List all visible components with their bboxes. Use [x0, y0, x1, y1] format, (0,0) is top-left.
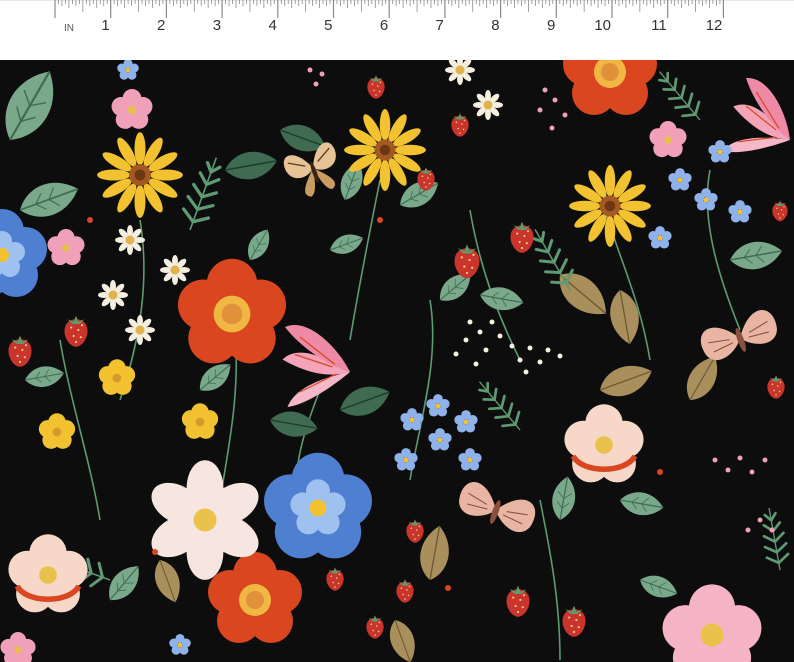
leaf-icon [605, 286, 645, 348]
ruler-numbers: 1 2 3 4 5 6 7 8 9 10 11 12 [101, 17, 722, 34]
leaf-icon [13, 173, 85, 226]
fern-icon [175, 151, 231, 237]
white-daisy-icon [98, 280, 128, 310]
strawberry-icon [406, 519, 424, 543]
yellow-flower-icon [181, 403, 219, 439]
measuring-ruler: IN 1 2 3 4 5 6 7 8 9 10 11 12 [0, 0, 794, 60]
ruler-number: 10 [594, 17, 611, 34]
leaf-icon [100, 558, 148, 608]
yellow-flower-icon [38, 413, 76, 449]
ruler-number: 4 [268, 17, 276, 34]
strawberry-icon [562, 605, 586, 637]
strawberry-icon [451, 113, 469, 137]
blue-flower-icon [394, 448, 418, 471]
ruler-number: 2 [157, 17, 165, 34]
leaf-icon [0, 60, 69, 152]
ruler-number: 9 [547, 17, 555, 34]
blue-flower-icon [728, 200, 752, 223]
strawberry-icon [510, 221, 534, 253]
ruler-unit-label: IN [64, 23, 74, 34]
pink-blossom-icon [649, 121, 687, 158]
strawberry-icon [367, 75, 385, 99]
white-daisy-icon [473, 90, 503, 120]
blue-flower-icon [694, 188, 718, 211]
fern-icon [757, 504, 792, 574]
ruler-number: 3 [213, 17, 221, 34]
strawberry-icon [8, 335, 32, 367]
white-berry-cluster [453, 319, 563, 375]
pink-blossom-icon [47, 229, 85, 266]
leaf-icon [548, 474, 580, 523]
leaf-icon [22, 362, 67, 391]
blue-flower-icon [454, 410, 478, 433]
blue-pansy-icon [264, 452, 372, 559]
strawberry-icon [454, 244, 480, 279]
white-daisy-icon [160, 255, 190, 285]
fern-icon [649, 63, 710, 129]
leaf-icon [726, 236, 786, 275]
white-daisy-icon [445, 60, 475, 85]
leaf-icon [635, 569, 682, 604]
leaf-icon [477, 283, 526, 315]
blue-flower-icon [117, 60, 139, 80]
ruler-number: 7 [436, 17, 444, 34]
pink-blossom-icon [111, 89, 153, 129]
strawberry-icon [772, 200, 788, 222]
blue-flower-icon [169, 633, 191, 655]
strawberry-icon [64, 315, 88, 347]
red-flower-icon [208, 552, 302, 643]
yellow-daisy-icon [97, 132, 183, 218]
peach-flower-icon [8, 534, 87, 612]
strawberry-icon [366, 615, 384, 639]
blue-flower-icon [458, 448, 482, 471]
blue-pansy-icon [0, 209, 47, 297]
blue-flower-icon [648, 226, 672, 249]
yellow-daisy-icon [569, 165, 651, 247]
floral-fabric-print [0, 60, 794, 662]
leaf-icon [617, 488, 666, 520]
blue-flower-icon [428, 428, 452, 451]
leaf-icon [221, 146, 281, 185]
floral-pattern [0, 60, 794, 662]
white-daisy-icon [115, 225, 145, 255]
leaf-icon [334, 378, 395, 424]
fern-icon [469, 373, 530, 439]
ruler-number: 1 [101, 17, 109, 34]
strawberry-icon [326, 567, 344, 591]
moth-icon [696, 305, 783, 366]
leaf-icon [383, 615, 422, 662]
strawberry-icon [506, 585, 530, 617]
pink-tulip-icon [281, 324, 351, 408]
strawberry-icon [396, 579, 414, 603]
ruler-number: 12 [706, 17, 723, 34]
white-daisy-icon [125, 315, 155, 345]
ruler-scale: IN 1 2 3 4 5 6 7 8 9 10 11 12 [0, 0, 794, 34]
ruler-ticks [54, 0, 725, 18]
ruler-number: 8 [491, 17, 499, 34]
moth-icon [453, 477, 540, 538]
leaf-icon [148, 555, 187, 607]
red-flower-icon [177, 258, 287, 364]
strawberry-icon [767, 375, 785, 399]
ruler-number: 11 [651, 17, 667, 34]
blue-flower-icon [668, 168, 692, 191]
leaf-icon [326, 229, 367, 259]
leaf-icon [241, 224, 276, 265]
ruler-number: 6 [380, 17, 388, 34]
blue-flower-icon [708, 140, 732, 163]
pink-blossom-icon [0, 632, 36, 662]
red-flower-icon [563, 60, 657, 115]
pink-blossom-icon [662, 584, 762, 662]
peach-flower-icon [564, 404, 643, 482]
ruler-number: 5 [324, 17, 332, 34]
blue-flower-icon [426, 394, 450, 417]
leaf-icon [594, 357, 658, 404]
blue-flower-icon [400, 408, 424, 431]
